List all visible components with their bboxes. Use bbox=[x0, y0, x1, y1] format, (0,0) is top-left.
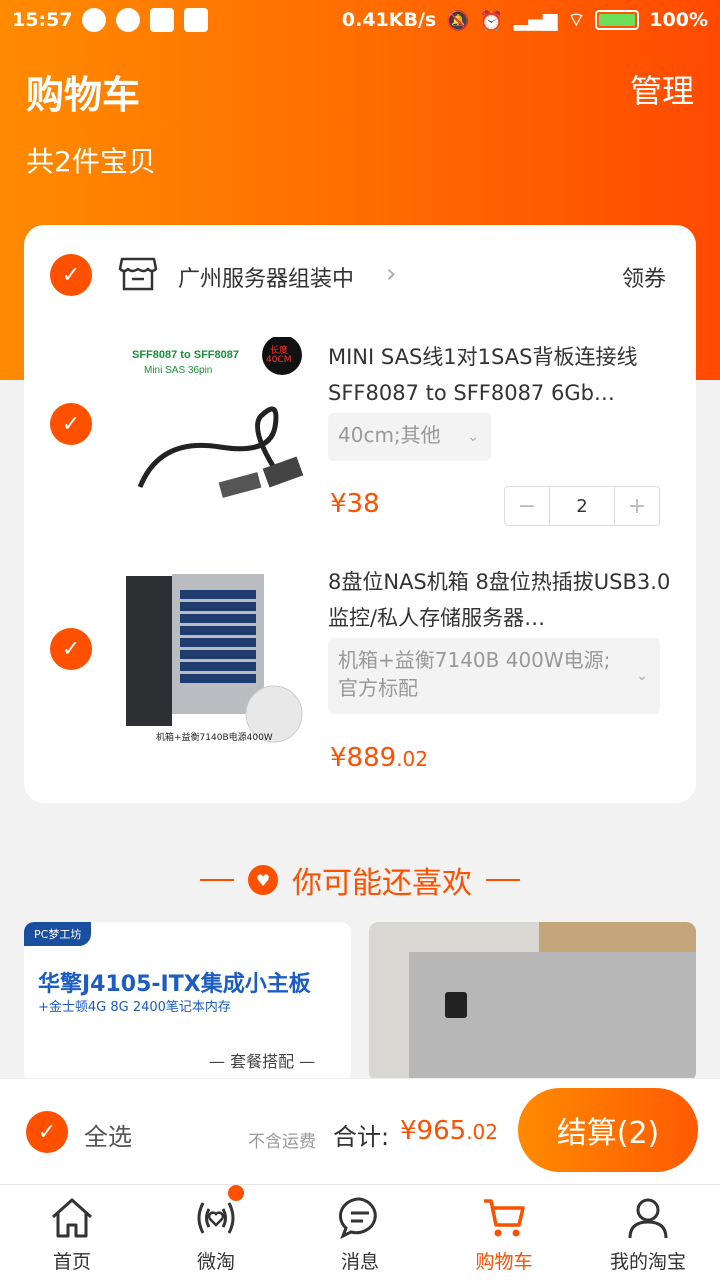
recommend-card[interactable] bbox=[369, 922, 696, 1082]
total-price: ¥965.02 bbox=[400, 1116, 498, 1146]
page-title: 购物车 bbox=[26, 73, 141, 117]
divider bbox=[200, 879, 234, 881]
chevron-down-icon: ⌄ bbox=[636, 668, 648, 684]
messenger-icon bbox=[116, 8, 141, 32]
select-all-label[interactable]: 全选 bbox=[84, 1117, 132, 1152]
product-price: ¥38 bbox=[330, 489, 380, 519]
increase-button[interactable]: + bbox=[615, 487, 659, 525]
quantity-stepper: − 2 + bbox=[504, 486, 660, 526]
tab-label: 消息 bbox=[340, 1251, 379, 1273]
sku-selector[interactable]: 40cm;其他 ⌄ bbox=[328, 413, 491, 461]
shop-checkbox[interactable]: ✓ bbox=[50, 254, 92, 296]
clock: 15:57 bbox=[12, 9, 73, 31]
coupon-button[interactable]: 领券 bbox=[622, 261, 666, 293]
product-title[interactable]: 8盘位NAS机箱 8盘位热插拔USB3.0 监控/私人存储服务器… bbox=[328, 564, 674, 636]
product-image[interactable]: SFF8087 to SFF8087 Mini SAS 36pin 长度 40C… bbox=[120, 337, 304, 521]
decrease-button[interactable]: − bbox=[505, 487, 549, 525]
shipping-note: 不含运费 bbox=[248, 1132, 316, 1152]
total-label: 合计: bbox=[333, 1123, 390, 1151]
tab-profile[interactable]: 我的淘宝 bbox=[576, 1185, 720, 1280]
product-image[interactable]: 机箱+益衡7140B电源400W bbox=[120, 562, 304, 746]
network-speed: 0.41KB/s bbox=[341, 9, 437, 31]
notification-dot bbox=[228, 1185, 244, 1201]
chevron-right-icon[interactable]: › bbox=[386, 259, 396, 289]
item-checkbox[interactable]: ✓ bbox=[50, 403, 92, 445]
cloud-icon bbox=[150, 8, 175, 32]
cart-card: ✓ 广州服务器组装中 › 领券 ✓ SFF8087 to SFF8087 Min… bbox=[24, 225, 696, 803]
recommend-title: 你可能还喜欢 bbox=[292, 866, 472, 901]
checkout-bar: ✓ 全选 不含运费 合计: ¥965.02 结算(2) bbox=[0, 1078, 720, 1184]
sku-text: 40cm;其他 bbox=[338, 423, 441, 447]
shop-name[interactable]: 广州服务器组装中 bbox=[178, 261, 354, 293]
image-caption-sub: Mini SAS 36pin bbox=[144, 365, 213, 376]
quantity-value[interactable]: 2 bbox=[549, 487, 615, 525]
image-caption-top: SFF8087 to SFF8087 bbox=[132, 349, 239, 361]
recommend-heading: ♥ 你可能还喜欢 bbox=[0, 850, 720, 910]
store-tag: PC梦工坊 bbox=[24, 922, 92, 946]
tab-label: 购物车 bbox=[475, 1251, 533, 1273]
recommend-card-label: — 套餐搭配 — bbox=[209, 1052, 316, 1071]
shop-row: ✓ 广州服务器组装中 › 领券 bbox=[24, 225, 696, 325]
item-checkbox[interactable]: ✓ bbox=[50, 628, 92, 670]
cart-item: ✓ 机箱+益衡7140B电源400W 8盘位NAS机箱 8盘位热插拔USB3.0… bbox=[24, 550, 696, 770]
tab-messages[interactable]: 消息 bbox=[288, 1185, 432, 1280]
recommend-card-title: 华擎J4105-ITX集成小主板 bbox=[38, 972, 311, 997]
product-price: ¥889.02 bbox=[330, 743, 428, 773]
tab-bar: 首页 微淘 消息 购物车 我的淘宝 bbox=[0, 1184, 720, 1280]
item-count: 共2件宝贝 bbox=[26, 145, 156, 178]
weitao-icon bbox=[197, 1202, 235, 1234]
alarm-icon: ⏰ bbox=[479, 9, 504, 32]
signal-icon: ▂▄▆ bbox=[513, 9, 558, 31]
mute-icon: 🔕 bbox=[446, 9, 470, 32]
cart-icon bbox=[484, 1199, 525, 1237]
tab-weitao[interactable]: 微淘 bbox=[144, 1185, 288, 1280]
cart-item: ✓ SFF8087 to SFF8087 Mini SAS 36pin 长度 4… bbox=[24, 325, 696, 545]
recommend-card-subtitle: +金士顿4G 8G 2400笔记本内存 bbox=[38, 1000, 231, 1015]
tab-home[interactable]: 首页 bbox=[0, 1185, 144, 1280]
checkout-button[interactable]: 结算(2) bbox=[518, 1088, 698, 1172]
divider bbox=[486, 879, 520, 881]
battery-level: 100% bbox=[649, 9, 708, 31]
product-photo bbox=[369, 922, 696, 1082]
sku-selector[interactable]: 机箱+益衡7140B 400W电源;官方标配 ⌄ bbox=[328, 638, 660, 714]
select-all-checkbox[interactable]: ✓ bbox=[26, 1111, 68, 1153]
wifi-icon: ⌔ bbox=[567, 9, 586, 31]
image-caption: 机箱+益衡7140B电源400W bbox=[156, 733, 273, 743]
chevron-down-icon: ⌄ bbox=[467, 429, 479, 445]
line-app-icon bbox=[82, 8, 107, 32]
tab-label: 微淘 bbox=[196, 1251, 235, 1273]
profile-icon bbox=[628, 1198, 668, 1239]
heart-icon: ♥ bbox=[248, 865, 278, 895]
battery-icon bbox=[595, 10, 640, 30]
manage-button[interactable]: 管理 bbox=[630, 66, 694, 112]
message-icon bbox=[338, 1197, 377, 1240]
recommend-card[interactable]: PC梦工坊 华擎J4105-ITX集成小主板 +金士顿4G 8G 2400笔记本… bbox=[24, 922, 351, 1082]
tab-label: 我的淘宝 bbox=[609, 1251, 686, 1273]
tab-cart[interactable]: 购物车 bbox=[432, 1185, 576, 1280]
product-title[interactable]: MINI SAS线1对1SAS背板连接线 SFF8087 to SFF8087 … bbox=[328, 339, 674, 411]
shop-icon bbox=[118, 257, 158, 291]
status-bar: 15:57 0.41KB/s 🔕 ⏰ ▂▄▆ ⌔ 100% bbox=[0, 0, 720, 40]
sku-text: 机箱+益衡7140B 400W电源;官方标配 bbox=[338, 648, 611, 700]
image-badge-line2: 40CM bbox=[266, 355, 292, 365]
gmail-icon bbox=[184, 8, 209, 32]
tab-label: 首页 bbox=[52, 1251, 91, 1273]
home-icon bbox=[51, 1198, 93, 1238]
